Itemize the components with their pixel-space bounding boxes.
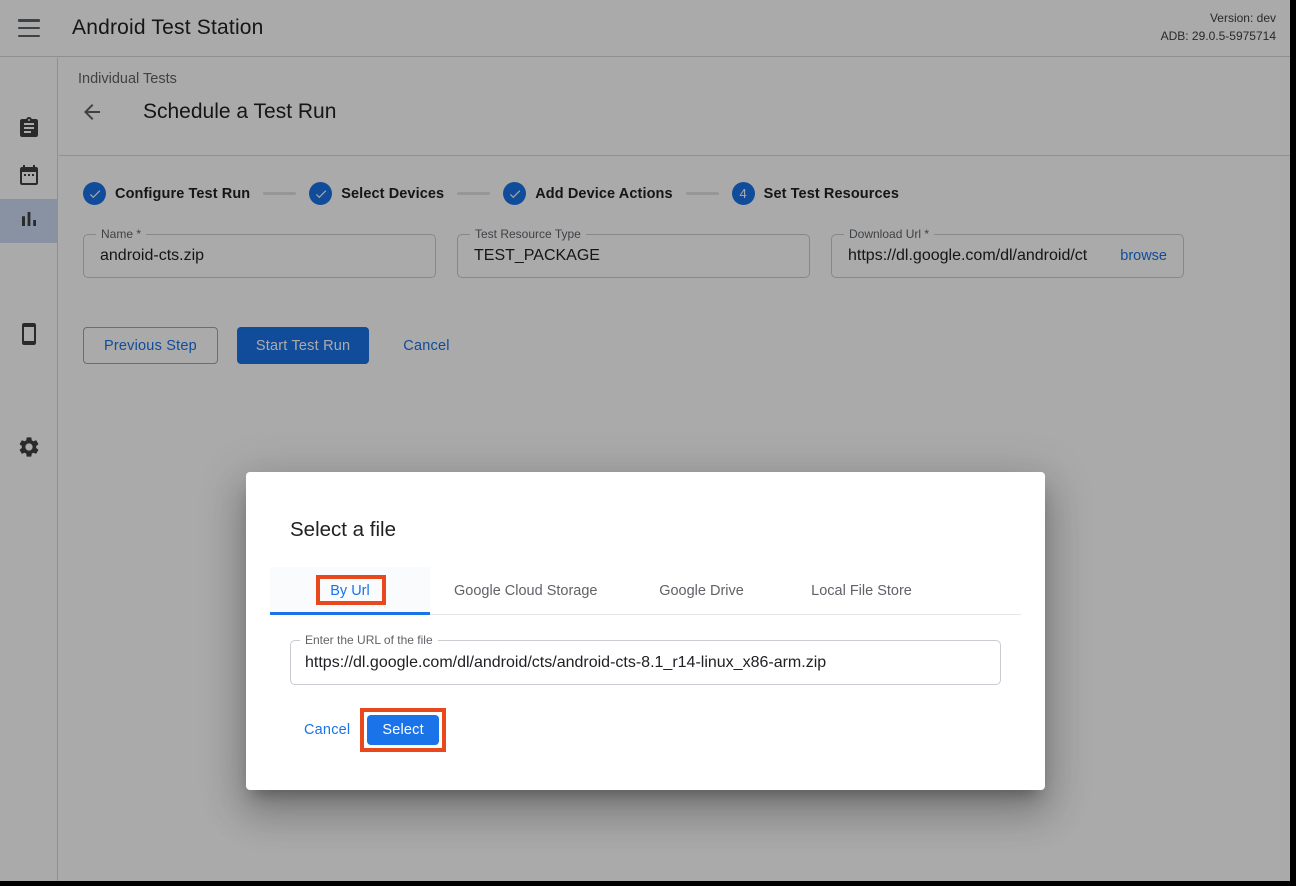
dialog-title: Select a file xyxy=(290,518,396,542)
dialog-select-button[interactable]: Select xyxy=(367,715,439,745)
dialog-actions: Cancel Select xyxy=(304,708,446,751)
tab-label: Google Cloud Storage xyxy=(454,583,598,599)
tab-label: By Url xyxy=(330,583,369,599)
tab-google-drive[interactable]: Google Drive xyxy=(622,567,782,614)
url-input-field[interactable]: Enter the URL of the file https://dl.goo… xyxy=(290,640,1001,685)
url-input-label: Enter the URL of the file xyxy=(300,633,438,647)
android-test-station-app: Android Test Station Version: dev ADB: 2… xyxy=(0,0,1290,881)
select-file-dialog: Select a file By Url Google Cloud Storag… xyxy=(246,472,1045,790)
tab-label: Google Drive xyxy=(659,583,744,599)
tab-google-cloud-storage[interactable]: Google Cloud Storage xyxy=(430,567,622,614)
file-source-tabs: By Url Google Cloud Storage Google Drive… xyxy=(270,567,1021,615)
tab-label: Local File Store xyxy=(811,583,912,599)
url-input-value: https://dl.google.com/dl/android/cts/and… xyxy=(291,654,1000,672)
tab-local-file-store[interactable]: Local File Store xyxy=(782,567,942,614)
tab-by-url[interactable]: By Url xyxy=(270,567,430,614)
dialog-cancel-button[interactable]: Cancel xyxy=(304,711,350,748)
screenshot-frame: Android Test Station Version: dev ADB: 2… xyxy=(0,0,1296,886)
annotation-box-select: Select xyxy=(360,708,446,752)
